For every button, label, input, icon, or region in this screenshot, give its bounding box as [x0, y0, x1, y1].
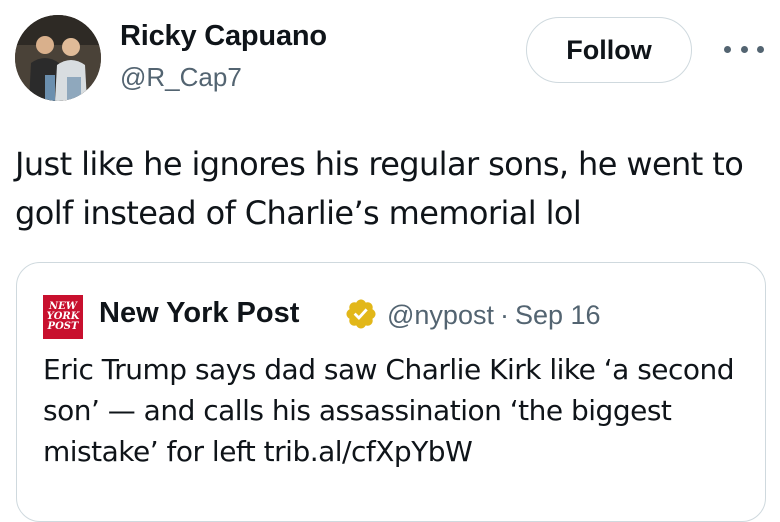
tweet-text: Just like he ignores his regular sons, h… [15, 145, 744, 232]
quoted-tweet-card[interactable]: NEW YORK POST New York Post @nypost · Sep … [16, 262, 766, 522]
dot [724, 45, 731, 53]
quoted-tweet-text: Eric Trump says dad saw Charlie Kirk lik… [43, 353, 735, 468]
avatar[interactable] [15, 15, 101, 101]
profile-photo-icon [15, 15, 101, 101]
quoted-author-handle[interactable]: @nypost [387, 300, 494, 330]
author-handle[interactable]: @R_Cap7 [120, 62, 242, 93]
quoted-author-name[interactable]: New York Post [99, 297, 299, 330]
gold-verified-badge-icon [346, 299, 376, 329]
author-name[interactable]: Ricky Capuano [120, 20, 327, 53]
meta-separator: · [499, 300, 509, 330]
quoted-meta: @nypost · Sep 16 [387, 300, 601, 331]
new-york-post-logo-icon: NEW YORK POST [43, 295, 83, 339]
dot [740, 45, 748, 53]
dot [757, 45, 764, 53]
more-options-icon[interactable] [724, 34, 764, 64]
follow-button[interactable]: Follow [526, 17, 692, 83]
logo-line: POST [47, 321, 79, 332]
quoted-date[interactable]: Sep 16 [515, 300, 601, 330]
